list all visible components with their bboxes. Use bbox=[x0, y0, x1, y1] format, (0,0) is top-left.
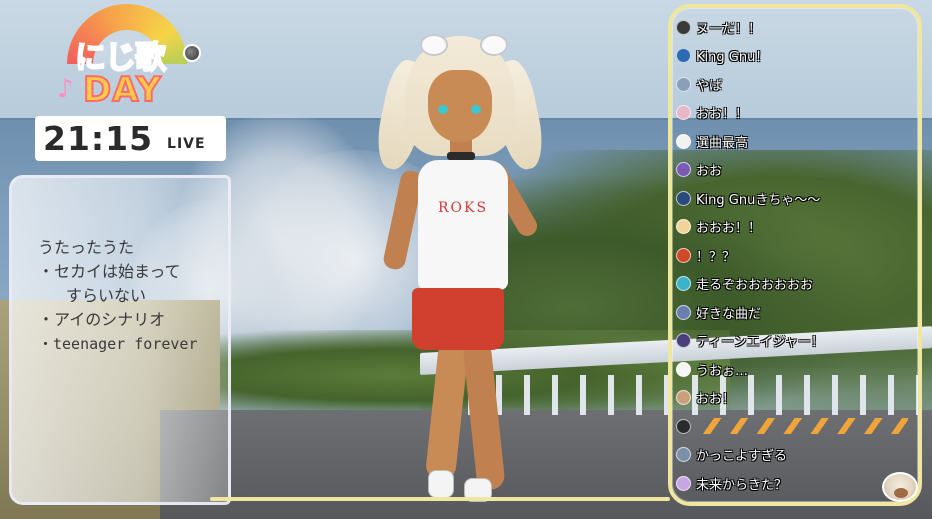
chat-message-text: 好きな曲だ bbox=[696, 306, 762, 322]
chat-message: King Gnuきちゃ〜〜 bbox=[676, 186, 820, 210]
chat-message-text: 選曲最高 bbox=[696, 135, 749, 151]
chat-message: 走るぞおおおおおお bbox=[676, 272, 813, 296]
live-label: LIVE bbox=[167, 135, 206, 152]
shorts bbox=[412, 288, 504, 350]
chat-avatar-icon bbox=[676, 447, 691, 462]
chat-message-text: うおぉ… bbox=[696, 363, 749, 379]
setlist-song-continued: すらいない bbox=[66, 286, 147, 305]
chat-stripe-emotes bbox=[696, 418, 908, 434]
chat-message-text: King Gnu！ bbox=[696, 50, 769, 65]
chat-avatar-icon bbox=[676, 162, 691, 177]
setlist-song: ・アイのシナリオ bbox=[38, 310, 166, 329]
shirt-print: ROKS bbox=[438, 200, 489, 216]
chat-message-text: ティーンエイジャー！ bbox=[696, 335, 824, 350]
hair-ribbon bbox=[420, 34, 448, 56]
music-note-icon: ♪ bbox=[57, 74, 74, 104]
eye bbox=[438, 105, 448, 114]
chat-message-text: ヌーだ！！ bbox=[696, 21, 762, 37]
chat-avatar-icon bbox=[676, 19, 691, 35]
leg bbox=[462, 338, 506, 492]
sneaker bbox=[428, 470, 454, 498]
setlist-panel: うたったうた ・セカイは始まって すらいない ・アイのシナリオ ・teenage… bbox=[9, 175, 231, 505]
chat-message-text: おお！！ bbox=[696, 107, 749, 122]
chat-frame-underline bbox=[210, 497, 670, 501]
chat-message: やば bbox=[676, 72, 722, 96]
chat-message: おお！ bbox=[676, 386, 735, 410]
logo-day: DAY bbox=[82, 69, 162, 111]
hair-ribbon bbox=[480, 34, 508, 56]
chat-message-text: ！？？ bbox=[696, 249, 736, 265]
chat-message: おお！！ bbox=[676, 101, 748, 125]
chat-message: うおぉ… bbox=[676, 357, 748, 381]
eye bbox=[471, 105, 481, 114]
chat-list[interactable]: ヌーだ！！ King Gnu！ やばおお！！ 選曲最高おお King Gnuきちゃ〜〜お… bbox=[672, 0, 918, 506]
chat-message: ティーンエイジャー！ bbox=[676, 329, 824, 353]
setlist-lines: うたったうた ・セカイは始まって すらいない ・アイのシナリオ ・teenage… bbox=[38, 236, 238, 356]
chat-avatar-icon bbox=[676, 105, 691, 120]
vtuber-avatar: ROKS bbox=[371, 30, 549, 510]
chat-message-text: おおお！！ bbox=[696, 221, 762, 236]
chat-avatar-icon bbox=[676, 475, 691, 491]
chat-message: ！？？ bbox=[676, 243, 735, 267]
chat-message: かっこよすぎる bbox=[676, 443, 787, 467]
chat-avatar-icon bbox=[676, 276, 691, 291]
chat-message bbox=[676, 414, 908, 438]
chat-message-text: やば bbox=[696, 78, 723, 94]
chat-avatar-icon bbox=[676, 133, 691, 149]
show-logo: ♪ にじ歌 DAY bbox=[55, 4, 205, 112]
setlist-song: ・セカイは始まって bbox=[38, 262, 181, 281]
chat-message-text: かっこよすぎる bbox=[696, 449, 788, 464]
chat-message: King Gnu！ bbox=[676, 44, 768, 68]
chat-message: おお bbox=[676, 158, 722, 182]
tank-top bbox=[418, 160, 508, 290]
chat-message-text: 走るぞおおおおおお bbox=[696, 278, 814, 293]
microphone-icon bbox=[183, 44, 201, 62]
leg bbox=[424, 338, 470, 482]
chat-avatar-icon bbox=[676, 361, 691, 377]
chat-avatar-icon bbox=[676, 76, 691, 92]
choker bbox=[447, 152, 475, 160]
chat-message-text: おお！ bbox=[696, 392, 736, 407]
chat-message: 好きな曲だ bbox=[676, 300, 761, 324]
chat-message: 選曲最高 bbox=[676, 129, 748, 153]
streamer-avatar-icon bbox=[882, 472, 918, 502]
chat-avatar-icon bbox=[676, 219, 691, 234]
chat-avatar-icon bbox=[676, 418, 691, 434]
chat-message: 未来からきた？ bbox=[676, 471, 787, 495]
chat-message-text: King Gnuきちゃ〜〜 bbox=[696, 192, 821, 208]
chat-avatar-icon bbox=[676, 304, 691, 320]
chat-avatar-icon bbox=[676, 48, 691, 63]
chat-avatar-icon bbox=[676, 247, 691, 263]
chat-avatar-icon bbox=[676, 190, 691, 206]
clock-badge: 21:15 LIVE bbox=[35, 116, 226, 161]
setlist-heading: うたったうた bbox=[38, 238, 135, 257]
chat-avatar-icon bbox=[676, 390, 691, 405]
chat-message: おおお！！ bbox=[676, 215, 761, 239]
setlist-song: ・teenager forever bbox=[38, 335, 198, 353]
face bbox=[428, 70, 492, 142]
clock-time: 21:15 bbox=[43, 119, 154, 158]
chat-message-text: 未来からきた？ bbox=[696, 477, 788, 493]
chat-message: ヌーだ！！ bbox=[676, 15, 761, 39]
chat-avatar-icon bbox=[676, 333, 691, 348]
chat-message-text: おお bbox=[696, 164, 723, 179]
